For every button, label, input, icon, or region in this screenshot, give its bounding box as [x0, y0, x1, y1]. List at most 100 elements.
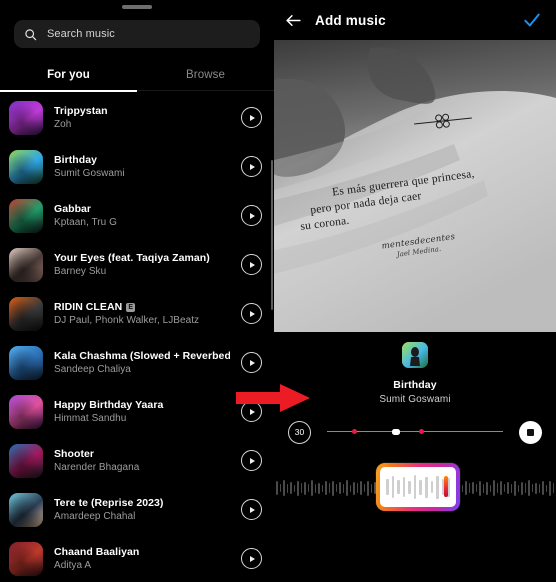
waveform-bar: [311, 480, 313, 496]
scrubber-marker-2: [418, 429, 424, 435]
play-button[interactable]: [241, 499, 262, 520]
play-icon: [249, 457, 255, 464]
waveform-bar: [321, 484, 323, 492]
duration-badge[interactable]: 30: [288, 420, 311, 444]
song-meta: Your Eyes (feat. Taqiya Zaman) Barney Sku: [54, 252, 230, 277]
selection-waveform-bar: [408, 480, 411, 494]
waveform-selection-inner: [380, 467, 456, 507]
tab-for-you[interactable]: For you: [0, 60, 137, 90]
scrubber-handle[interactable]: [392, 428, 401, 436]
play-button[interactable]: [241, 450, 262, 471]
waveform-bar: [552, 483, 554, 493]
song-title: Shooter: [54, 448, 230, 460]
waveform-bar: [342, 483, 344, 493]
tab-browse-label: Browse: [186, 69, 225, 81]
waveform-bar: [318, 482, 320, 494]
waveform-bar: [510, 483, 512, 493]
sheet-handle[interactable]: [0, 0, 274, 14]
song-title: Happy Birthday Yaara: [54, 399, 230, 411]
selection-waveform-bar: [402, 477, 406, 497]
song-row[interactable]: Trippystan Zoh: [0, 93, 274, 142]
song-artwork: [9, 198, 43, 233]
song-row[interactable]: Happy Birthday Yaara Himmat Sandhu: [0, 387, 274, 436]
song-meta: RIDIN CLEAN E DJ Paul, Phonk Walker, LJBea…: [54, 301, 230, 326]
sheet-handle-bar: [122, 5, 152, 9]
editor-header: Add music: [274, 0, 556, 40]
selection-waveform-bar: [430, 481, 434, 493]
song-title-text: RIDIN CLEAN: [54, 301, 123, 313]
waveform-selection[interactable]: [376, 463, 460, 511]
waveform-bar: [461, 484, 463, 492]
waveform-area[interactable]: [274, 458, 556, 522]
selected-track-title: Birthday: [393, 379, 437, 391]
song-row[interactable]: RIDIN CLEAN E DJ Paul, Phonk Walker, LJBea…: [0, 289, 274, 338]
waveform-bar: [367, 480, 369, 496]
selected-track-art: [402, 342, 428, 368]
play-button[interactable]: [241, 107, 262, 128]
waveform-bar: [356, 483, 358, 493]
app-screen: For you Browse Trippystan Zoh Birthday Sumi…: [0, 0, 556, 582]
waveform-bar: [286, 483, 288, 493]
song-artwork: [9, 345, 43, 380]
play-button[interactable]: [241, 548, 262, 569]
list-scrollbar[interactable]: [271, 160, 273, 310]
waveform-bar: [514, 480, 516, 496]
selected-track-info: Birthday Sumit Goswami: [274, 332, 556, 405]
song-artist: Kptaan, Tru G: [54, 217, 117, 228]
song-row[interactable]: Kala Chashma (Slowed + Reverbed) Sandeep …: [0, 338, 274, 387]
selection-waveform-bar: [397, 480, 400, 494]
play-icon: [249, 359, 255, 366]
track-scrubber[interactable]: [327, 425, 503, 439]
tab-browse[interactable]: Browse: [137, 60, 274, 90]
song-meta: Chaand Baaliyan Aditya A: [54, 546, 230, 571]
waveform-bar: [482, 483, 484, 493]
song-artist: Amardeep Chahal: [54, 511, 136, 522]
play-icon: [249, 261, 255, 268]
play-button[interactable]: [241, 303, 262, 324]
song-row[interactable]: Birthday Sumit Goswami: [0, 142, 274, 191]
song-title-text: Birthday: [54, 154, 97, 166]
back-arrow-icon[interactable]: [284, 11, 303, 30]
waveform-bar: [465, 481, 467, 495]
search-input[interactable]: [47, 28, 250, 40]
song-row[interactable]: Chaand Baaliyan Aditya A: [0, 534, 274, 582]
song-artist: Aditya A: [54, 560, 92, 571]
explicit-badge: E: [126, 302, 136, 312]
play-button[interactable]: [241, 156, 262, 177]
song-row[interactable]: Your Eyes (feat. Taqiya Zaman) Barney Sku: [0, 240, 274, 289]
play-button[interactable]: [241, 352, 262, 373]
song-row[interactable]: Shooter Narender Bhagana: [0, 436, 274, 485]
song-title-text: Chaand Baaliyan: [54, 546, 140, 558]
song-artwork: [9, 100, 43, 135]
playhead-indicator: [444, 476, 448, 497]
song-artwork: [9, 443, 43, 478]
waveform-bar: [549, 480, 551, 496]
waveform-bar: [332, 480, 334, 496]
story-photo-preview[interactable]: Es más guerrera que princesa, pero por n…: [274, 40, 556, 332]
play-button[interactable]: [241, 205, 262, 226]
song-list[interactable]: Trippystan Zoh Birthday Sumit Goswami Gabbar…: [0, 91, 274, 582]
song-artist: Narender Bhagana: [54, 462, 140, 473]
song-meta: Gabbar Kptaan, Tru G: [54, 203, 230, 228]
song-meta: Tere te (Reprise 2023) Amardeep Chahal: [54, 497, 230, 522]
stop-button[interactable]: [519, 420, 542, 444]
waveform-bar: [528, 480, 530, 496]
play-button[interactable]: [241, 254, 262, 275]
waveform-bar: [335, 484, 337, 492]
song-title-text: Gabbar: [54, 203, 92, 215]
song-artwork: [9, 541, 43, 576]
waveform-bar: [517, 484, 519, 492]
search-bar[interactable]: [14, 20, 260, 48]
song-meta: Trippystan Zoh: [54, 105, 230, 130]
waveform-bar: [279, 484, 281, 492]
search-section: [0, 14, 274, 48]
selection-waveform-bar: [425, 476, 428, 498]
waveform-bar: [293, 484, 295, 492]
song-row[interactable]: Tere te (Reprise 2023) Amardeep Chahal: [0, 485, 274, 534]
check-icon[interactable]: [522, 10, 542, 30]
song-title-text: Your Eyes (feat. Taqiya Zaman): [54, 252, 210, 264]
song-title-text: Tere te (Reprise 2023): [54, 497, 164, 509]
song-row[interactable]: Gabbar Kptaan, Tru G: [0, 191, 274, 240]
waveform-bar: [328, 483, 330, 493]
song-title: RIDIN CLEAN E: [54, 301, 230, 313]
